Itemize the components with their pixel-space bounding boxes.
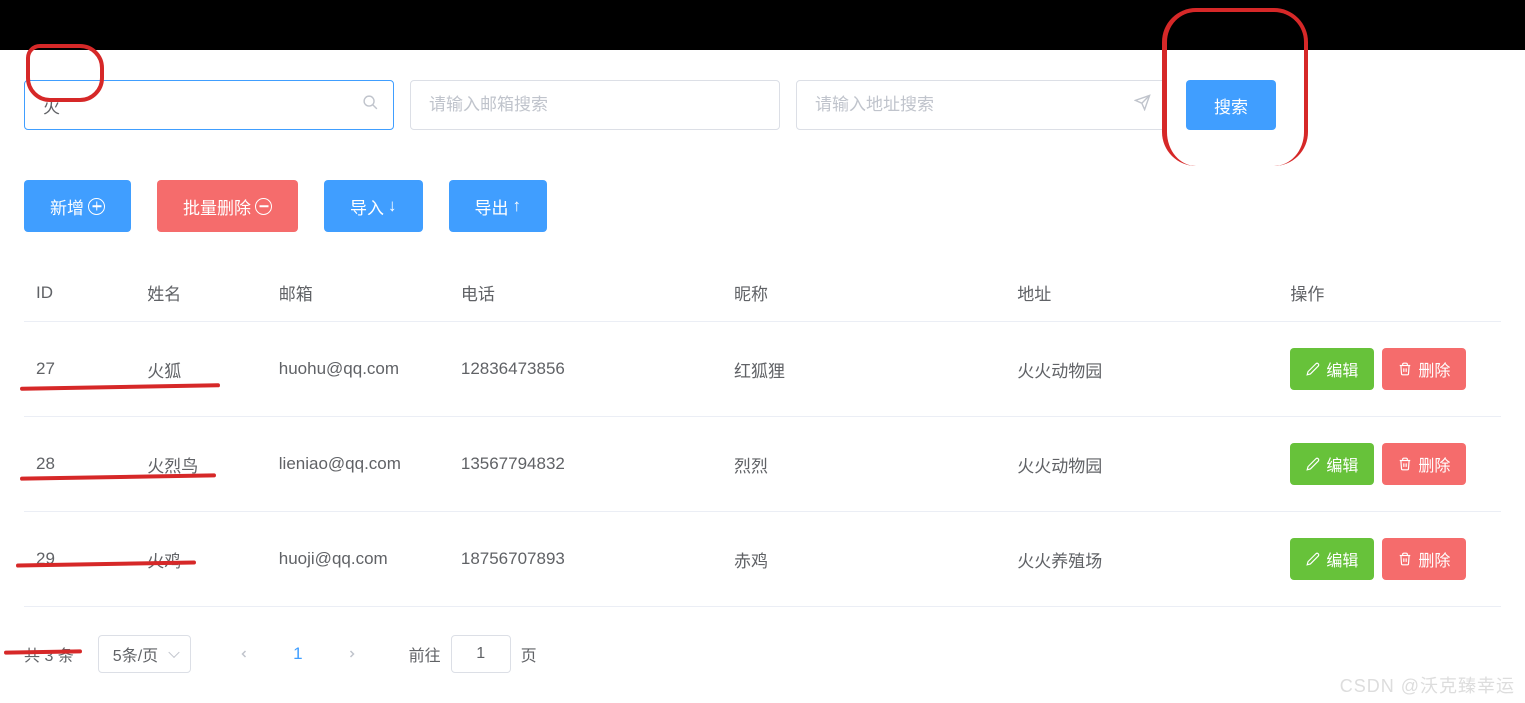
cell-phone: 13567794832	[449, 417, 722, 512]
page-size-label: 5条/页	[113, 642, 158, 666]
page-content: 搜索 新增 批量删除 导入 导出 ID 姓名 邮箱 电话 昵称 地址	[0, 50, 1525, 703]
export-label: 导出	[475, 194, 509, 219]
page-size-select[interactable]: 5条/页	[98, 635, 191, 673]
edit-icon	[1306, 457, 1320, 471]
page-jumper: 前往 页	[409, 635, 537, 673]
edit-label: 编辑	[1326, 547, 1358, 571]
cell-name: 火烈鸟	[135, 417, 267, 512]
cell-email: huoji@qq.com	[267, 512, 449, 607]
minus-circle-icon	[255, 198, 272, 215]
cell-nickname: 烈烈	[722, 417, 1005, 512]
trash-icon	[1398, 457, 1412, 471]
batch-delete-label: 批量删除	[183, 194, 251, 219]
cell-email: huohu@qq.com	[267, 322, 449, 417]
arrow-up-icon	[513, 196, 522, 216]
cell-phone: 12836473856	[449, 322, 722, 417]
edit-button[interactable]: 编辑	[1290, 348, 1374, 390]
table-row: 28火烈鸟lieniao@qq.com13567794832烈烈火火动物园 编辑 删…	[24, 417, 1501, 512]
th-email: 邮箱	[267, 264, 449, 322]
cell-phone: 18756707893	[449, 512, 722, 607]
th-nickname: 昵称	[722, 264, 1005, 322]
th-address: 地址	[1005, 264, 1278, 322]
cell-name: 火狐	[135, 322, 267, 417]
edit-icon	[1306, 362, 1320, 376]
edit-label: 编辑	[1326, 357, 1358, 381]
top-bar	[0, 0, 1525, 50]
address-search-wrap	[796, 80, 1166, 130]
th-phone: 电话	[449, 264, 722, 322]
cell-ops: 编辑 删除	[1278, 322, 1501, 417]
pager: 1	[227, 637, 368, 671]
edit-label: 编辑	[1326, 452, 1358, 476]
cell-address: 火火动物园	[1005, 417, 1278, 512]
th-name: 姓名	[135, 264, 267, 322]
email-search-wrap	[410, 80, 780, 130]
export-button[interactable]: 导出	[449, 180, 548, 232]
arrow-down-icon	[388, 196, 397, 216]
table-header-row: ID 姓名 邮箱 电话 昵称 地址 操作	[24, 264, 1501, 322]
add-button-label: 新增	[50, 194, 84, 219]
cell-ops: 编辑 删除	[1278, 417, 1501, 512]
cell-nickname: 红狐狸	[722, 322, 1005, 417]
delete-button[interactable]: 删除	[1382, 538, 1466, 580]
delete-button[interactable]: 删除	[1382, 348, 1466, 390]
data-table: ID 姓名 邮箱 电话 昵称 地址 操作 27火狐huohu@qq.com128…	[24, 264, 1501, 607]
add-button[interactable]: 新增	[24, 180, 131, 232]
delete-label: 删除	[1418, 452, 1450, 476]
pagination: 共 3 条 5条/页 1 前往 页	[24, 635, 1501, 673]
prev-page-button[interactable]	[227, 637, 261, 671]
cell-id: 27	[24, 322, 135, 417]
location-icon	[1134, 94, 1151, 116]
table-row: 27火狐huohu@qq.com12836473856红狐狸火火动物园 编辑 删除	[24, 322, 1501, 417]
search-button[interactable]: 搜索	[1186, 80, 1276, 130]
cell-nickname: 赤鸡	[722, 512, 1005, 607]
jumper-prefix: 前往	[409, 642, 441, 666]
address-search-input[interactable]	[815, 81, 1125, 129]
email-search-input[interactable]	[429, 81, 739, 129]
plus-circle-icon	[88, 198, 105, 215]
total-text: 共 3 条	[24, 642, 74, 666]
batch-delete-button[interactable]: 批量删除	[157, 180, 298, 232]
cell-id: 28	[24, 417, 135, 512]
cell-address: 火火动物园	[1005, 322, 1278, 417]
action-row: 新增 批量删除 导入 导出	[24, 180, 1501, 232]
th-ops: 操作	[1278, 264, 1501, 322]
delete-label: 删除	[1418, 547, 1450, 571]
delete-label: 删除	[1418, 357, 1450, 381]
edit-icon	[1306, 552, 1320, 566]
edit-button[interactable]: 编辑	[1290, 538, 1374, 580]
import-button[interactable]: 导入	[324, 180, 423, 232]
trash-icon	[1398, 362, 1412, 376]
import-label: 导入	[350, 194, 384, 219]
current-page-number[interactable]: 1	[289, 644, 306, 664]
cell-ops: 编辑 删除	[1278, 512, 1501, 607]
name-search-wrap	[24, 80, 394, 130]
th-id: ID	[24, 264, 135, 322]
cell-email: lieniao@qq.com	[267, 417, 449, 512]
table-row: 29火鸡huoji@qq.com18756707893赤鸡火火养殖场 编辑 删除	[24, 512, 1501, 607]
trash-icon	[1398, 552, 1412, 566]
cell-address: 火火养殖场	[1005, 512, 1278, 607]
cell-id: 29	[24, 512, 135, 607]
next-page-button[interactable]	[335, 637, 369, 671]
search-icon	[362, 94, 379, 116]
edit-button[interactable]: 编辑	[1290, 443, 1374, 485]
cell-name: 火鸡	[135, 512, 267, 607]
jumper-suffix: 页	[521, 642, 537, 666]
jumper-input[interactable]	[451, 635, 511, 673]
search-row: 搜索	[24, 80, 1501, 130]
delete-button[interactable]: 删除	[1382, 443, 1466, 485]
name-search-input[interactable]	[43, 81, 353, 129]
